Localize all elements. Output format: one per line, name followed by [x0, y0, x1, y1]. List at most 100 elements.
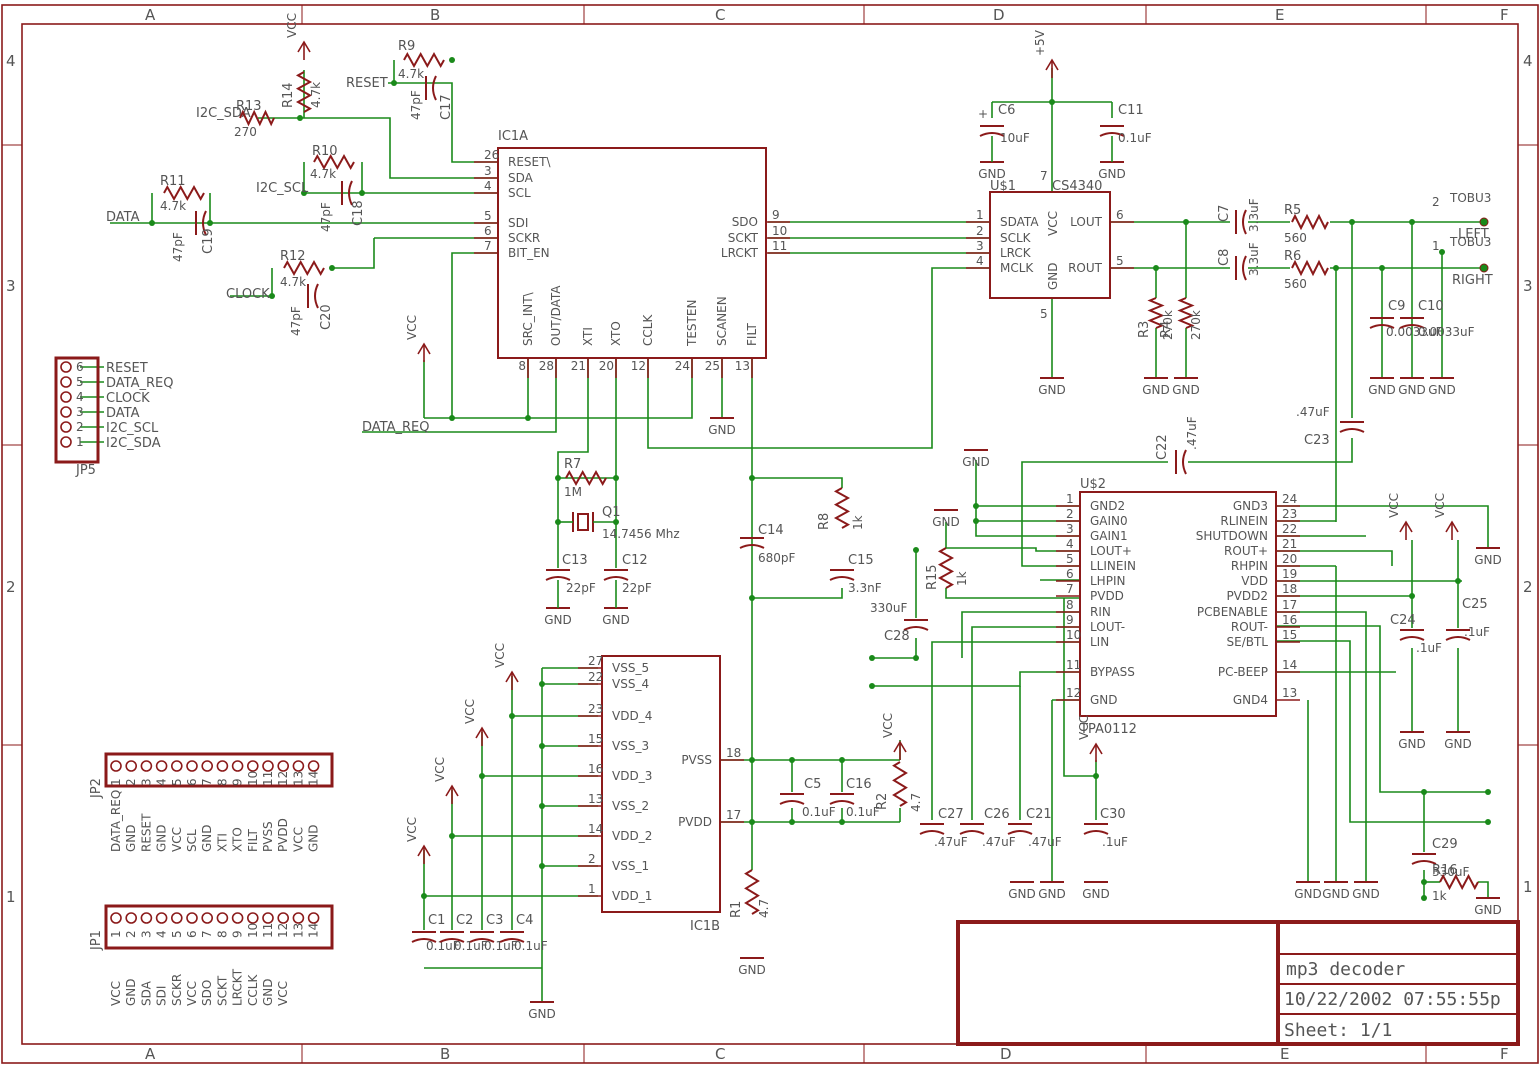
component-ref: C2 [456, 913, 473, 928]
component-value: 4.7 [909, 793, 923, 812]
pin-number: 6 [185, 930, 199, 938]
pin-number: 6 [1116, 208, 1124, 222]
component-value: .47uF [1185, 416, 1199, 450]
component-ref: C3 [486, 913, 503, 928]
component-value: 47pF [171, 232, 185, 262]
pin-signal: GND [124, 978, 138, 1006]
pin-name: ROUT [1068, 261, 1103, 275]
pin-number: 5 [170, 930, 184, 938]
vcc-label: VCC [405, 315, 419, 340]
row-label-right: 1 [1523, 878, 1533, 896]
pin-number: 10 [1066, 628, 1081, 642]
pin-number: 3 [76, 405, 84, 419]
connector-pin [171, 760, 183, 772]
component-value: 4.7k [160, 199, 186, 213]
pin-name: PVDD [1090, 589, 1124, 603]
connector-pin [140, 912, 153, 924]
component-ref: R1 [729, 901, 744, 918]
vcc-label: VCC [1433, 493, 1447, 518]
pin-signal: XTO [231, 827, 245, 852]
pin-number: 12 [631, 359, 646, 373]
component-ref: C7 [1217, 205, 1232, 222]
pin-name: SCKR [508, 231, 540, 245]
pin-name: GND3 [1233, 499, 1268, 513]
pin-number: 13 [588, 792, 603, 806]
component-ref: C18 [351, 200, 366, 226]
pin-name: TESTEN [685, 300, 699, 347]
component-ref: C8 [1217, 249, 1232, 266]
power-symbols: VCCVCC+5VVCCVCCVCCVCCVCC VCCVCCVCCGND GNDG… [285, 13, 1502, 1021]
connector-pin [216, 912, 229, 924]
u1-cs4340: U$1 CS4340 VCC 7 GND 5 1 SDATA 2 SCLK 3 LRCK 4… [966, 169, 1134, 321]
vcc-label: +5V [1033, 29, 1047, 56]
pin-number: 24 [675, 359, 690, 373]
pin-number: 9 [1066, 613, 1074, 627]
component-ref: R13 [236, 99, 262, 114]
pin-signal: SCKR [170, 974, 184, 1006]
pin-name: PCBENABLE [1197, 605, 1268, 619]
component-value: 47pF [409, 90, 423, 120]
gnd-label: GND [1398, 737, 1426, 751]
pin-signal: CLOCK [106, 391, 150, 406]
component-value: 1M [564, 485, 582, 499]
component-value: 10uF [1000, 131, 1030, 145]
pin-number: 7 [1066, 582, 1074, 596]
pin-name: SCL [508, 186, 531, 200]
pin-number: 8 [215, 930, 229, 938]
component-value: 4.7k [398, 67, 424, 81]
pin-signal: GND [261, 978, 275, 1006]
pin-name: SCKT [728, 231, 759, 245]
pin-name: SDATA [1000, 215, 1039, 229]
pin-number: 14 [307, 923, 321, 938]
gnd-label: GND [1294, 887, 1322, 901]
pin-number: 17 [1282, 598, 1297, 612]
col-label-top: A [145, 6, 156, 24]
pin-number: 6 [1066, 567, 1074, 581]
pin-number: 2 [76, 420, 84, 434]
row-label-right: 2 [1523, 578, 1533, 596]
component-value: 0.1uF [514, 939, 548, 953]
gnd-label: GND [1098, 167, 1126, 181]
jp2-connector: JP2 1 2 3 4 5 6 7 8 9 10 11 12 13 14DATA_REQ GND RESET G… [89, 752, 334, 852]
pin-number: 7 [200, 930, 214, 938]
connector-pin [277, 912, 290, 924]
component-value: 1k [1432, 889, 1447, 903]
pin-name: VSS_4 [612, 677, 649, 691]
pin-name: RHPIN [1231, 559, 1268, 573]
component-ref: C17 [439, 94, 454, 120]
drawing-date: 10/22/2002 07:55:55p [1284, 989, 1501, 1010]
pin-number: 5 [484, 209, 492, 223]
gnd-label: GND [1352, 887, 1380, 901]
pin-number: 11 [261, 923, 275, 938]
net-data: DATA [106, 210, 140, 225]
pin-number: 18 [726, 746, 741, 760]
pin-name: GND [1090, 693, 1118, 707]
col-label-top: E [1275, 6, 1284, 24]
u1-gnd-pin-name: GND [1046, 262, 1060, 290]
pin-number: 13 [1282, 686, 1297, 700]
pin-number: 28 [539, 359, 554, 373]
pin-signal: VCC [276, 981, 290, 1006]
pin-name: VDD [1241, 574, 1268, 588]
pin-number: 5 [170, 778, 184, 786]
component-ref: C27 [938, 807, 964, 822]
pin-signal: GND [200, 824, 214, 852]
row-label-right: 3 [1523, 277, 1533, 295]
schematic: A B C D E F A B C D E F 4 3 2 1 4 3 2 1 … [1, 4, 1539, 1064]
component-value: .47uF [982, 835, 1016, 849]
pin-name: GND4 [1233, 693, 1268, 707]
pin-number: 16 [588, 762, 603, 776]
net-reset: RESET [346, 76, 388, 91]
pin-number: 13 [735, 359, 750, 373]
component-value: 270k [1189, 310, 1203, 340]
pin-number: 1 [1066, 492, 1074, 506]
component-ref: R5 [1284, 203, 1301, 218]
component-ref: R7 [564, 457, 581, 472]
pin-name: VSS_2 [612, 799, 649, 813]
pin-signal: SDI [155, 986, 169, 1006]
pin-number: 26 [484, 148, 499, 162]
pin-name: SCLK [1000, 231, 1032, 245]
pin-signal: SDA [139, 980, 153, 1006]
gnd-label: GND [1172, 383, 1200, 397]
pin-name: BIT_EN [508, 246, 550, 260]
